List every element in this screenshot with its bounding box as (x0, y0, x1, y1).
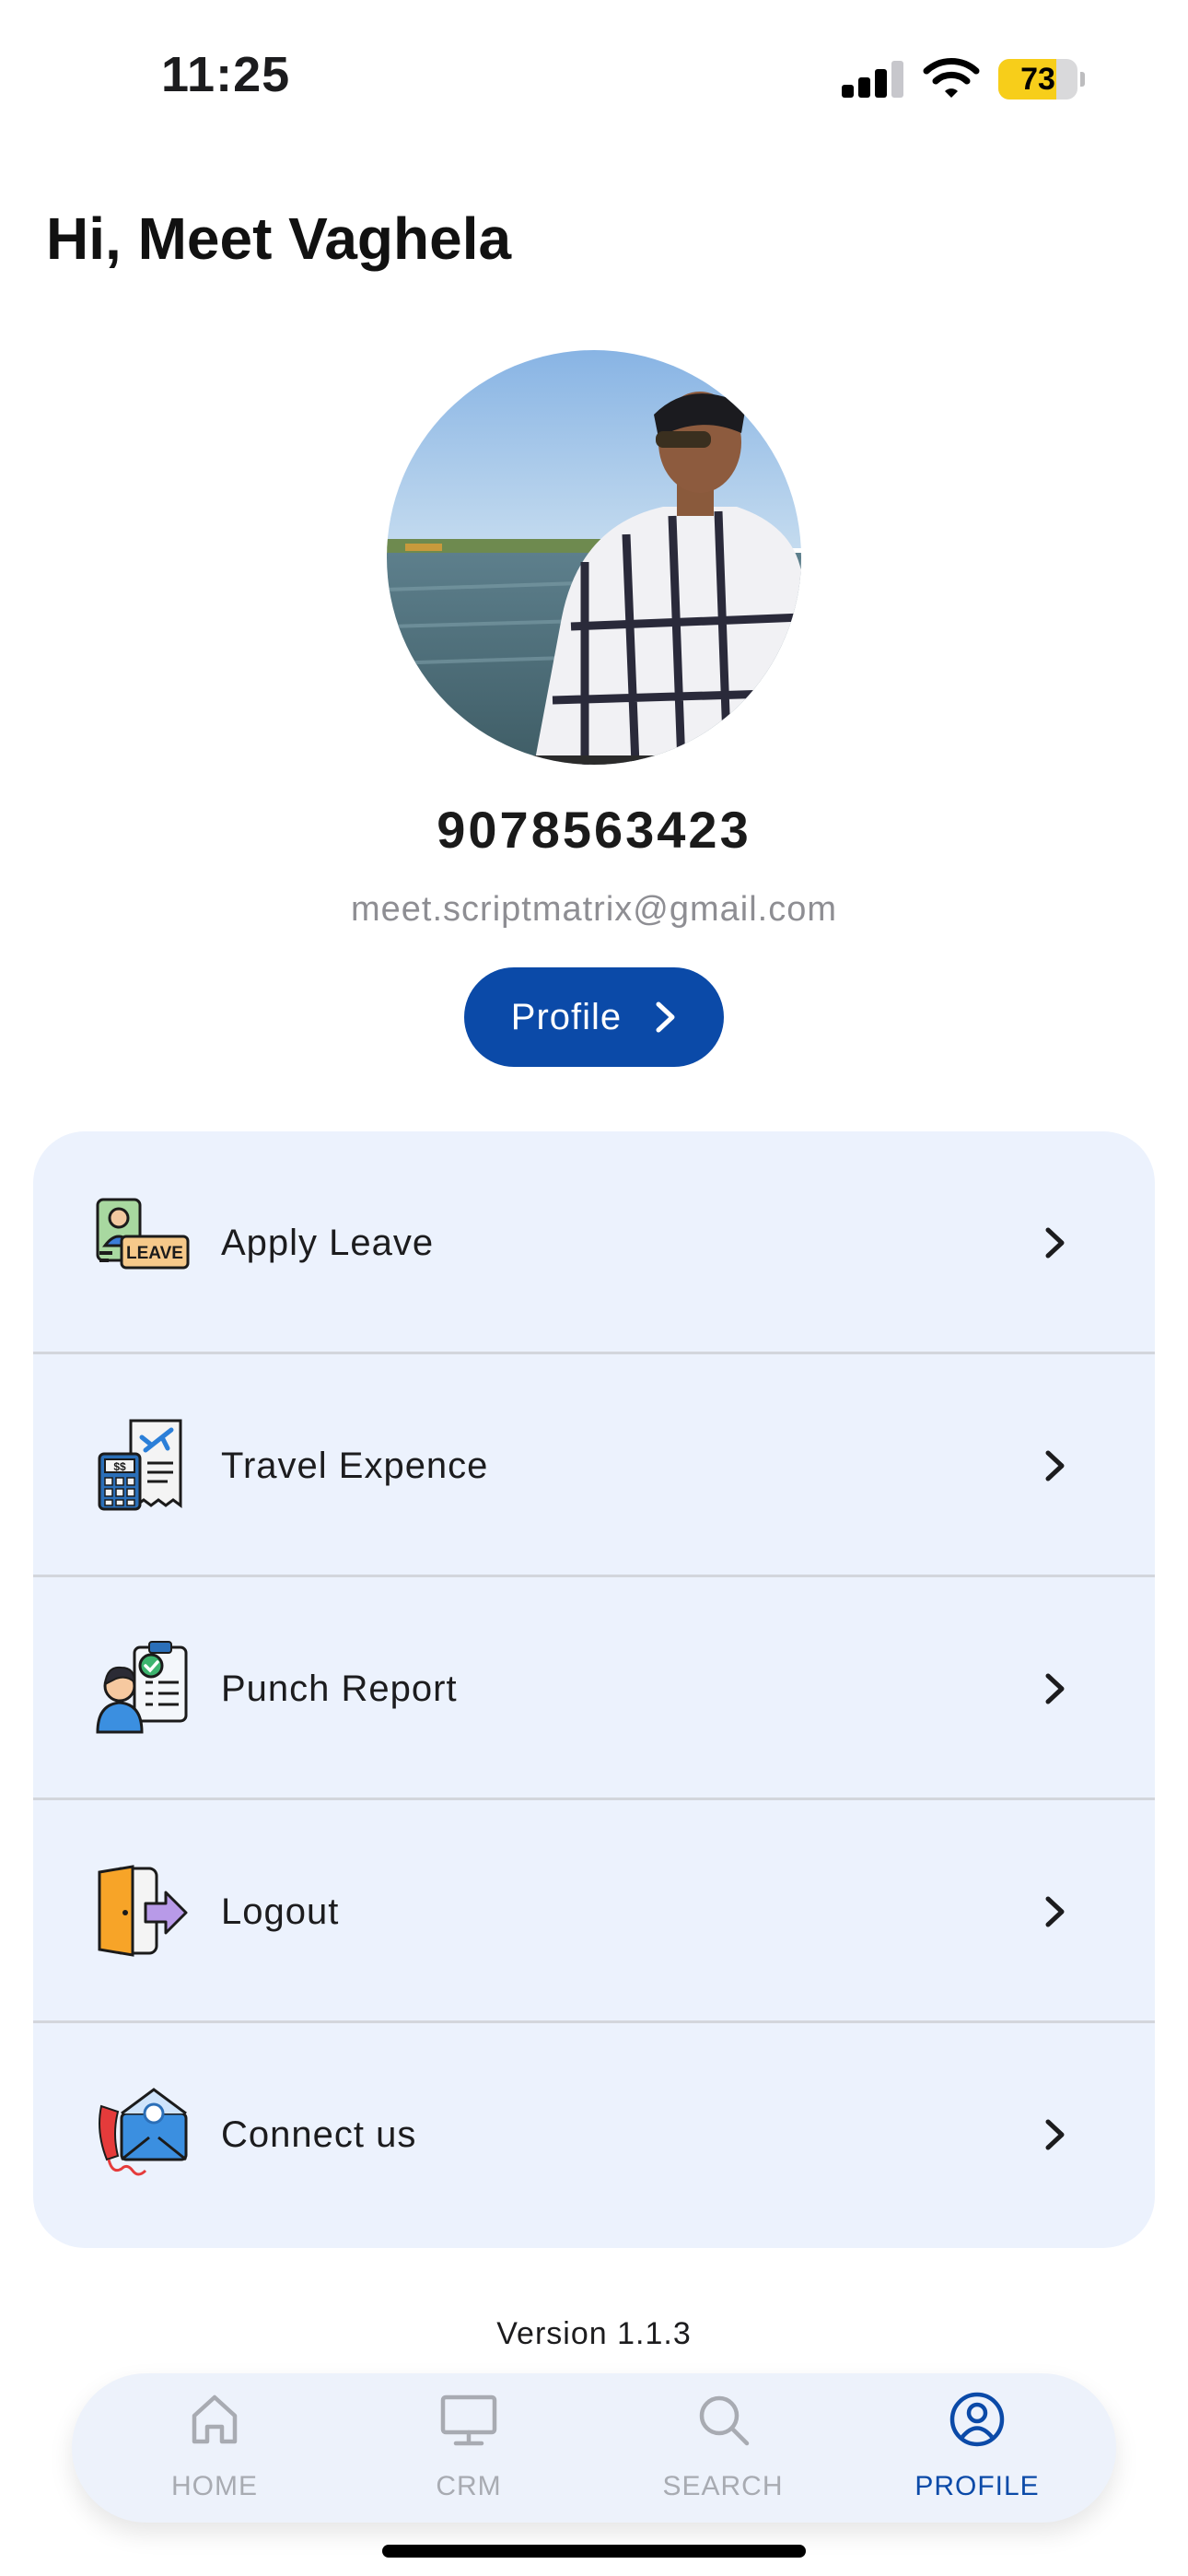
travel-expense-icon: $$ (98, 1419, 182, 1511)
svg-text:$$: $$ (113, 1460, 126, 1473)
tab-label: SEARCH (662, 2471, 784, 2501)
status-bar: 11:25 73 (0, 0, 1188, 157)
menu-item-connect-us[interactable]: Connect us (33, 2023, 1155, 2246)
battery-percent: 73 (1020, 62, 1055, 97)
tab-profile[interactable]: PROFILE (885, 2373, 1069, 2523)
menu-item-label: Apply Leave (221, 1223, 435, 1263)
home-icon (192, 2395, 238, 2444)
tab-label: CRM (436, 2471, 502, 2501)
tab-crm[interactable]: CRM (377, 2373, 561, 2523)
status-time: 11:25 (161, 47, 291, 102)
contact-mail-phone-icon (99, 2088, 188, 2176)
chevron-right-icon (1045, 1227, 1065, 1259)
greeting-title: Hi, Meet Vaghela (46, 205, 512, 272)
tab-search[interactable]: SEARCH (631, 2373, 815, 2523)
phone-number: 9078563423 (437, 801, 751, 859)
chevron-right-icon (1045, 1896, 1065, 1927)
menu-item-punch-report[interactable]: Punch Report (33, 1577, 1155, 1800)
leave-icon: LEAVE (96, 1198, 190, 1270)
profile-button-label: Profile (510, 996, 623, 1037)
tab-home[interactable]: HOME (122, 2373, 307, 2523)
app-version: Version 1.1.3 (496, 2316, 692, 2351)
tab-label: PROFILE (914, 2471, 1040, 2501)
menu-item-travel-expence[interactable]: $$ Travel Expence (33, 1354, 1155, 1577)
bottom-tab-bar: HOME CRM SEARCH PROFILE (72, 2373, 1116, 2523)
search-icon (699, 2395, 750, 2446)
chevron-right-icon (1045, 1450, 1065, 1481)
home-indicator (382, 2545, 806, 2558)
menu-item-label: Logout (221, 1891, 340, 1932)
chevron-right-icon (656, 1001, 675, 1033)
email-address: meet.scriptmatrix@gmail.com (351, 890, 837, 929)
monitor-icon (440, 2395, 497, 2446)
menu-item-label: Travel Expence (221, 1446, 489, 1486)
svg-text:LEAVE: LEAVE (126, 1244, 183, 1263)
menu-item-label: Punch Report (221, 1669, 458, 1709)
punch-report-icon (96, 1641, 188, 1734)
logout-door-icon (98, 1865, 188, 1957)
profile-avatar[interactable] (387, 350, 801, 765)
menu-card: LEAVE Apply Leave $$ Travel Expence Punc… (33, 1131, 1155, 2248)
tab-label: HOME (171, 2471, 258, 2501)
menu-item-logout[interactable]: Logout (33, 1800, 1155, 2023)
chevron-right-icon (1045, 2119, 1065, 2150)
battery-indicator: 73 (998, 59, 1085, 100)
chevron-right-icon (1045, 1673, 1065, 1704)
menu-item-apply-leave[interactable]: LEAVE Apply Leave (33, 1131, 1155, 1354)
user-circle-icon (949, 2392, 1005, 2447)
profile-screen: 11:25 73 Hi, Meet Vaghela 9078563423 mee… (0, 0, 1188, 2576)
wifi-icon (923, 58, 980, 98)
cellular-signal-icon (842, 61, 903, 98)
menu-item-label: Connect us (221, 2114, 417, 2155)
profile-button[interactable]: Profile (464, 967, 724, 1067)
